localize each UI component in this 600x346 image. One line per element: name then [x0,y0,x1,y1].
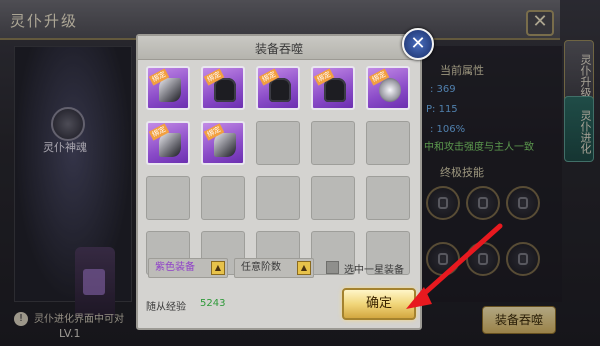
equipment-slot-empty[interactable] [311,121,355,165]
equipment-slot-empty[interactable] [366,121,410,165]
equipment-grid: 绑定 绑定 绑定 绑定 绑定 绑定 绑定 [146,66,414,275]
equipment-slot-empty[interactable] [311,176,355,220]
armor-icon [269,78,291,102]
blade-icon [214,133,236,157]
confirm-button[interactable]: 确定 [342,288,416,320]
blade-icon [159,133,181,157]
dropdown-arrow-icon[interactable]: ▲ [211,261,225,275]
equipment-slot-empty[interactable] [201,176,245,220]
level-filter-label: 任意阶数 [241,262,281,273]
quality-filter-label: 紫色装备 [155,262,195,273]
equipment-slot-empty[interactable] [256,176,300,220]
equipment-slot-filled[interactable]: 绑定 [201,66,245,110]
equipment-slot-empty[interactable] [366,176,410,220]
level-filter[interactable]: 任意阶数 ▲ [234,258,314,278]
blade-icon [159,78,181,102]
companion-exp-label: 随从经验 [146,302,186,313]
dialog-title-bar: 装备吞噬 [138,36,420,60]
equipment-slot-filled[interactable]: 绑定 [311,66,355,110]
dropdown-arrow-icon[interactable]: ▲ [297,261,311,275]
equipment-slot-filled[interactable]: 绑定 [201,121,245,165]
armor-icon [324,78,346,102]
equipment-slot-empty[interactable] [146,176,190,220]
armor-icon [214,78,236,102]
equipment-slot-filled[interactable]: 绑定 [146,121,190,165]
dialog-title: 装备吞噬 [254,42,303,56]
equipment-slot-filled[interactable]: 绑定 [146,66,190,110]
filter-row: 紫色装备 ▲ 任意阶数 ▲ 选中一星装备 [146,258,414,280]
equipment-slot-filled[interactable]: 绑定 [366,66,410,110]
equipment-devour-dialog: 装备吞噬 绑定 绑定 绑定 绑定 绑定 绑定 绑定 紫色装备 ▲ 任意阶数 ▲ 选中一星装备… [136,34,422,330]
select-one-star-label: 选中一星装备 [344,265,404,276]
quality-filter[interactable]: 紫色装备 ▲ [148,258,228,278]
dialog-close-icon[interactable]: ✕ [402,28,434,60]
orb-icon [379,78,401,102]
equipment-slot-filled[interactable]: 绑定 [256,66,300,110]
select-one-star-checkbox[interactable] [326,261,339,274]
companion-exp-value: 5243 [200,298,226,309]
equipment-slot-empty[interactable] [256,121,300,165]
